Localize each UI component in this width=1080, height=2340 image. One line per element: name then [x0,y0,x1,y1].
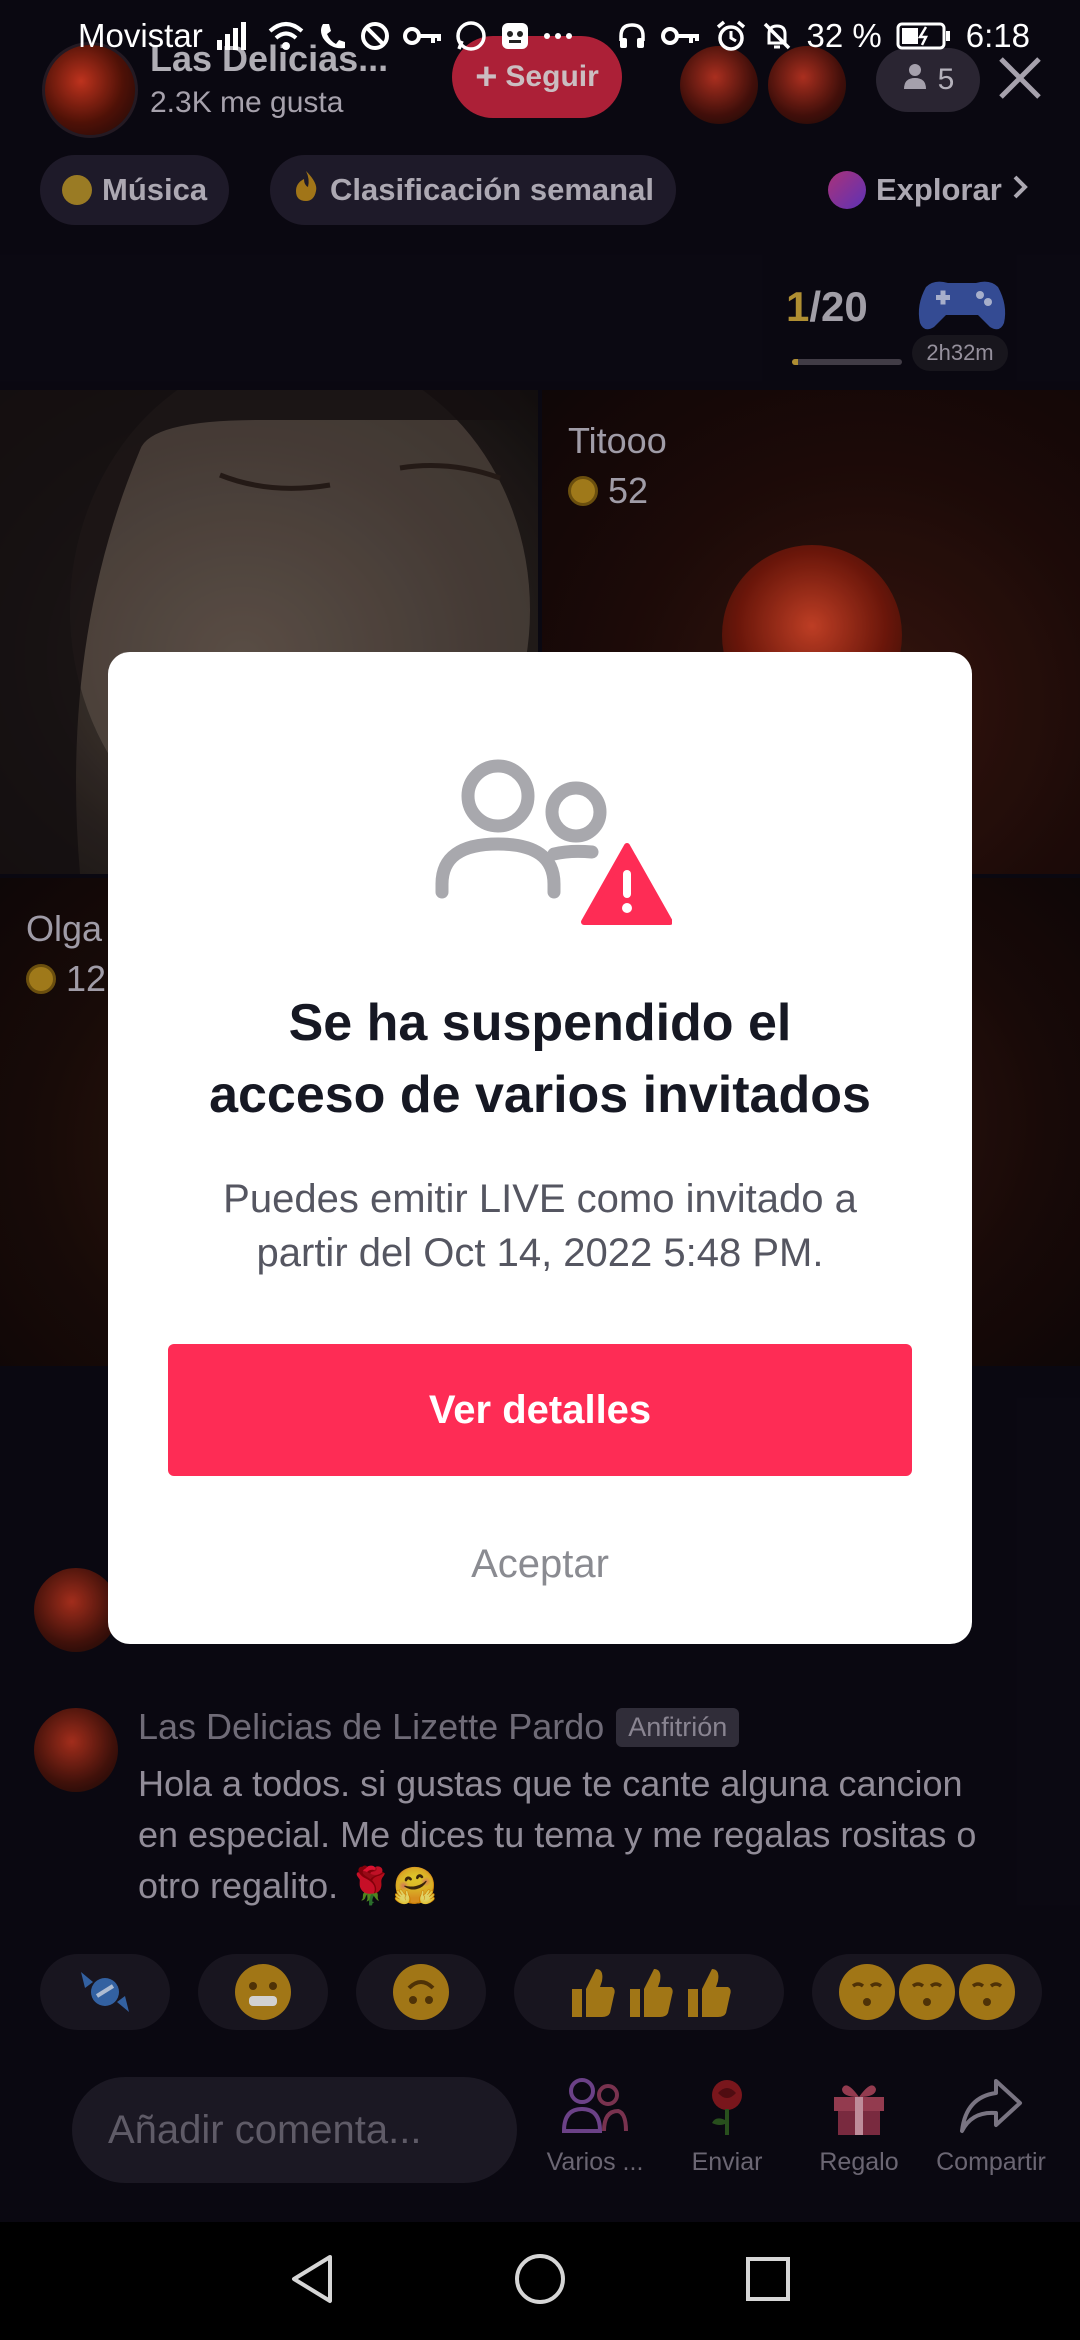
back-nav-icon[interactable] [288,2253,336,2310]
dialog-body-line: Puedes emitir LIVE como invitado a [223,1177,857,1221]
battery-percent: 32 % [806,17,882,54]
dialog-body: Puedes emitir LIVE como invitado a parti… [168,1172,912,1280]
alarm-icon [715,18,747,54]
guests-warning-icon [432,752,673,942]
signal-icon [215,18,255,54]
vpn-key-icon [660,18,701,54]
carrier-label: Movistar [78,17,203,54]
key-icon [402,18,443,54]
status-bar: Movistar 32 % 6:18 [0,0,1080,72]
wifi-icon [267,18,305,54]
dialog-title-line: acceso de varios invitados [209,1066,871,1124]
headphones-icon [617,18,647,54]
recents-nav-icon[interactable] [744,2255,792,2308]
whatsapp-icon [455,18,487,54]
phone-icon [317,18,347,54]
mute-bell-icon [761,18,793,54]
dialog-body-line: partir del Oct 14, 2022 5:48 PM. [256,1231,824,1275]
dialog-title-line: Se ha suspendido el [288,994,792,1052]
dialog-title: Se ha suspendido el acceso de varios inv… [108,987,972,1131]
suspension-dialog: Se ha suspendido el acceso de varios inv… [108,652,972,1644]
battery-icon [896,18,952,54]
home-nav-icon[interactable] [513,2252,567,2311]
blocked-icon [359,18,391,54]
view-details-button[interactable]: Ver detalles [168,1344,912,1476]
system-nav-bar [0,2222,1080,2340]
app-face-icon [499,18,531,54]
clock-time: 6:18 [965,17,1030,54]
accept-button[interactable]: Aceptar [168,1524,912,1604]
more-notifications-icon [543,18,573,54]
